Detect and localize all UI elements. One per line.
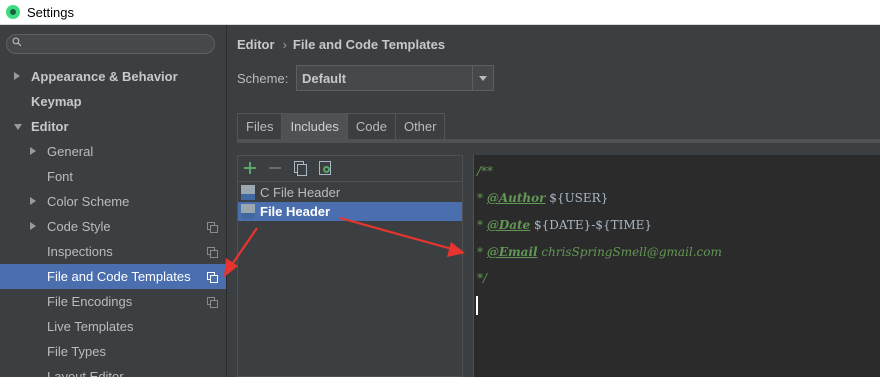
sidebar-item-label: File Types [47,344,107,359]
sidebar-item-inspections[interactable]: Inspections [0,239,226,264]
duplicate-icon[interactable] [292,160,308,176]
sidebar-item-live-templates[interactable]: Live Templates [0,314,226,339]
scheme-dropdown[interactable]: Default [296,65,494,91]
sidebar-item-label: Layout Editor [47,369,124,377]
sidebar-item-label: Color Scheme [47,194,130,209]
sidebar-item-editor[interactable]: Editor [0,114,226,139]
sidebar-item-label: Live Templates [47,319,134,334]
template-toolbar [238,156,462,182]
sidebar-item-label: General [47,144,94,159]
chevron-down-icon[interactable] [472,66,493,90]
breadcrumb: Editor › File and Code Templates [237,37,445,52]
project-scope-icon [207,272,218,283]
template-file-icon [241,185,255,200]
javadoc-tag: @Email [486,245,538,259]
tab-code[interactable]: Code [346,113,396,139]
javadoc-tag: @Date [486,218,531,232]
minus-icon[interactable] [267,160,283,176]
breadcrumb-current: File and Code Templates [292,37,446,52]
tab-files[interactable]: Files [237,113,283,139]
sidebar-item-label: File and Code Templates [47,269,191,284]
tab-other[interactable]: Other [394,113,446,139]
editor-line: */ [477,271,488,285]
sidebar-item-label: File Encodings [47,294,133,309]
chevron-right-icon[interactable] [30,147,36,155]
android-studio-icon [6,5,20,19]
project-scope-icon [207,247,218,258]
email-text: chrisSpringSmell@gmail.com [541,245,722,259]
sidebar-item-label: Font [47,169,74,184]
editor-line: * @Email chrisSpringSmell@gmail.com [477,245,722,259]
template-list: C File Header File Header [237,155,463,377]
sidebar-item-file-and-code-templates[interactable]: File and Code Templates [0,264,226,289]
sidebar-item-file-types[interactable]: File Types [0,339,226,364]
title-bar: Settings [0,0,880,25]
breadcrumb-separator: › [282,37,287,52]
search-icon [12,37,22,47]
sidebar-item-label: Editor [31,119,69,134]
sidebar-item-appearance-behavior[interactable]: Appearance & Behavior [0,64,226,89]
sidebar-item-code-style[interactable]: Code Style [0,214,226,239]
file-label: File Header [260,204,331,219]
sidebar-item-layout-editor[interactable]: Layout Editor [0,364,226,377]
text-caret [476,296,478,315]
javadoc-tag: @Author [486,191,546,205]
tab-includes[interactable]: Includes [281,113,348,139]
scheme-label: Scheme: [237,71,289,86]
chevron-down-icon[interactable] [14,124,22,130]
list-item[interactable]: File Header [238,202,462,221]
sidebar-item-color-scheme[interactable]: Color Scheme [0,189,226,214]
scheme-value: Default [302,71,347,86]
sidebar-item-label: Keymap [31,94,82,109]
breadcrumb-parent[interactable]: Editor [237,37,275,52]
chevron-right-icon[interactable] [30,222,36,230]
list-item[interactable]: C File Header [238,183,462,202]
tabs-divider [237,139,880,143]
sidebar-item-general[interactable]: General [0,139,226,164]
chevron-right-icon[interactable] [30,197,36,205]
sidebar-item-label: Inspections [47,244,113,259]
file-label: C File Header [260,185,341,200]
template-file-icon [241,204,255,219]
search-input[interactable] [6,34,215,54]
editor-line: * @Author ${USER} [477,191,609,205]
project-scope-icon [207,222,218,233]
window-title: Settings [27,4,74,20]
sidebar-item-font[interactable]: Font [0,164,226,189]
template-variable: ${DATE}-${TIME} [534,218,653,232]
plus-icon[interactable] [242,160,258,176]
settings-sidebar: Appearance & Behavior Keymap Editor General… [0,25,227,377]
sidebar-item-file-encodings[interactable]: File Encodings [0,289,226,314]
sidebar-item-label: Appearance & Behavior [31,69,178,84]
project-scope-icon [207,297,218,308]
editor-line: /** [477,164,494,178]
editor-line: * @Date ${DATE}-${TIME} [477,218,653,232]
reset-icon[interactable] [317,160,333,176]
chevron-right-icon[interactable] [14,72,20,80]
sidebar-item-keymap[interactable]: Keymap [0,89,226,114]
sidebar-item-label: Code Style [47,219,111,234]
template-editor[interactable]: /** * @Author ${USER} * @Date ${DATE}-${… [473,155,880,377]
template-tabs: Files Includes Code Other [237,113,446,139]
template-variable: ${USER} [549,191,609,205]
